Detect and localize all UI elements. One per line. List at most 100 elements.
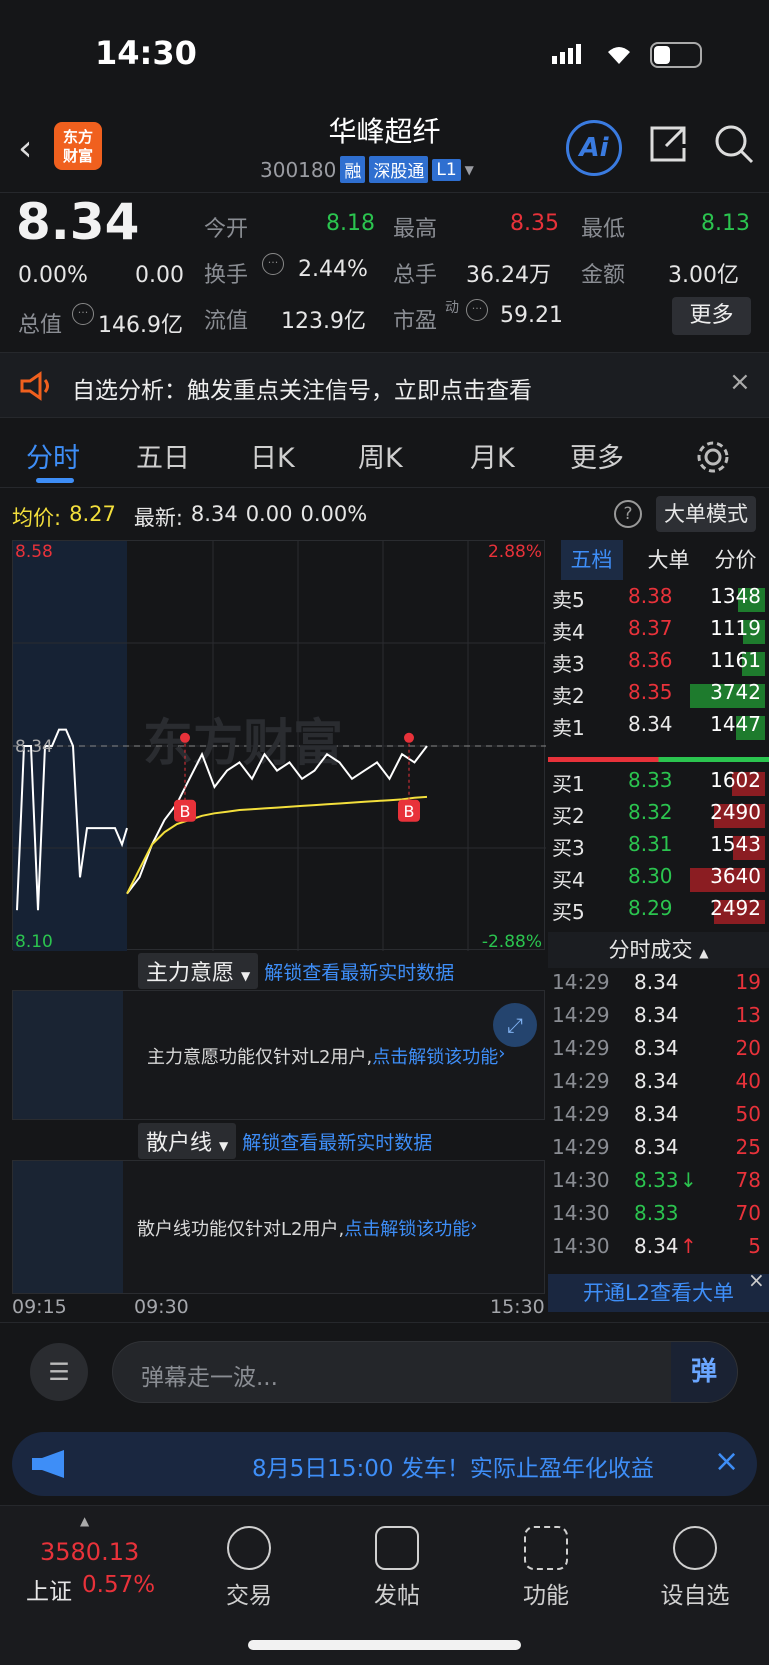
- bid-row-price: 8.29: [628, 896, 673, 920]
- volume-value: 36.24万: [466, 263, 551, 288]
- bid-row-label: 买3: [552, 836, 585, 860]
- index-value[interactable]: 3580.13: [40, 1538, 139, 1566]
- buy-marker-dot: [180, 732, 190, 743]
- trade-time: 14:30: [552, 1201, 610, 1225]
- bid-ask-ratio-bar: [548, 757, 769, 762]
- tab-intraday[interactable]: 分时: [26, 436, 80, 475]
- promo-banner[interactable]: 8月5日15:00 发车！实际止盈年化收益 ×: [12, 1432, 757, 1496]
- open-l2-button[interactable]: 开通L2查看大单: [548, 1274, 769, 1312]
- trade-row: 14:29 8.34 19: [548, 970, 765, 1001]
- danmaku-input[interactable]: 弹幕走一波... 弹: [112, 1341, 738, 1403]
- bid-row-volume: 1543: [710, 832, 761, 856]
- panel2-header: 散户线 ▼ 解锁查看最新实时数据: [12, 1122, 545, 1160]
- ask-row-volume: 1348: [710, 584, 761, 608]
- latest-value: 8.34: [190, 502, 238, 526]
- ask-row: 卖3 8.36 1161: [548, 648, 765, 679]
- info-icon[interactable]: ···: [262, 253, 284, 275]
- search-icon[interactable]: [712, 122, 756, 166]
- danmaku-toggle-button[interactable]: 弹: [671, 1342, 737, 1402]
- ask-row-price: 8.37: [628, 616, 673, 640]
- index-pct: 0.57%: [82, 1572, 156, 1598]
- share-icon[interactable]: [646, 122, 690, 166]
- nav-functions[interactable]: 功能: [496, 1526, 596, 1610]
- close-icon[interactable]: ×: [748, 1268, 765, 1292]
- ai-button[interactable]: Ai: [566, 120, 622, 176]
- change-pct: 0.00%: [18, 263, 88, 288]
- trade-row: 14:29 8.34 40: [548, 1069, 765, 1100]
- grid-icon: [524, 1526, 568, 1570]
- notice-bar[interactable]: 自选分析：触发重点关注信号，立即点击查看 ×: [0, 352, 769, 418]
- info-icon[interactable]: ···: [466, 299, 488, 321]
- tab-more[interactable]: 更多: [570, 436, 624, 475]
- trade-price: 8.34: [634, 1234, 679, 1258]
- panel1-body: 主力意愿功能仅针对L2用户, 点击解锁该功能 › ⤢: [12, 990, 545, 1120]
- buy-marker-dot: [404, 732, 414, 743]
- bid-row: 买4 8.30 3640: [548, 864, 765, 895]
- ask-row-label: 卖4: [552, 620, 585, 644]
- intraday-chart[interactable]: 东方财富 B B 8.58 8.34 8.10 2.88% -2.88%: [12, 540, 546, 952]
- trade-row: 14:30 8.34 ↑ 5: [548, 1234, 765, 1265]
- ob-tab-5level[interactable]: 五档: [560, 540, 623, 580]
- more-button[interactable]: 更多: [672, 297, 751, 335]
- trade-price: 8.34: [634, 1102, 679, 1126]
- trade-time: 14:29: [552, 1036, 610, 1060]
- bid-row-label: 买2: [552, 804, 585, 828]
- expand-icon[interactable]: ⤢: [493, 1003, 537, 1047]
- amount-value: 3.00亿: [668, 263, 739, 288]
- ob-tab-price[interactable]: 分价: [715, 540, 757, 580]
- panel1-dropdown[interactable]: 主力意愿 ▼: [138, 953, 259, 989]
- nav-post[interactable]: 发帖: [347, 1526, 447, 1610]
- panel2-dropdown[interactable]: 散户线 ▼: [138, 1123, 237, 1159]
- trade-time: 14:29: [552, 1135, 610, 1159]
- gear-icon[interactable]: [696, 440, 730, 474]
- close-icon[interactable]: ×: [729, 367, 751, 397]
- panel2-unlock-link[interactable]: 解锁查看最新实时数据: [242, 1128, 432, 1155]
- tag-level: L1: [432, 158, 461, 181]
- info-icon[interactable]: ···: [72, 303, 94, 325]
- trade-time: 14:29: [552, 1069, 610, 1093]
- panel1-message: 主力意愿功能仅针对L2用户, 点击解锁该功能 ›: [147, 1043, 506, 1069]
- float-label: 流值: [204, 309, 249, 334]
- nav-add-watchlist[interactable]: 设自选: [645, 1526, 745, 1610]
- trade-row: 14:29 8.34 25: [548, 1135, 765, 1166]
- tab-indicator: [36, 478, 74, 483]
- more-dots-icon: [673, 1526, 717, 1570]
- nav-trade[interactable]: 交易: [199, 1526, 299, 1610]
- trade-price: 8.34: [634, 1069, 679, 1093]
- panel1-unlock-button[interactable]: 点击解锁该功能: [372, 1043, 498, 1069]
- comment-list-icon[interactable]: ☰: [30, 1343, 88, 1401]
- ask-row: 卖5 8.38 1348: [548, 584, 765, 615]
- home-indicator: [248, 1640, 521, 1650]
- help-icon[interactable]: ?: [614, 500, 642, 528]
- bid-row: 买5 8.29 2492: [548, 896, 765, 927]
- avg-label: 均价:: [12, 506, 62, 530]
- tab-monthly[interactable]: 月K: [470, 436, 515, 475]
- tab-daily[interactable]: 日K: [250, 436, 295, 475]
- tab-weekly[interactable]: 周K: [358, 436, 403, 475]
- trade-row: 14:29 8.34 50: [548, 1102, 765, 1133]
- tab-5day[interactable]: 五日: [136, 436, 190, 475]
- close-icon[interactable]: ×: [714, 1444, 739, 1479]
- promo-text: 8月5日15:00 发车！实际止盈年化收益: [252, 1456, 654, 1482]
- trades-header[interactable]: 分时成交 ▲: [548, 932, 769, 968]
- index-row[interactable]: 上证 0.57%: [26, 1572, 155, 1606]
- ask-row-price: 8.36: [628, 648, 673, 672]
- yen-icon: [227, 1526, 271, 1570]
- panel1-unlock-link[interactable]: 解锁查看最新实时数据: [264, 958, 454, 985]
- ask-row-volume: 3742: [710, 680, 761, 704]
- trade-price: 8.34: [634, 1003, 679, 1027]
- trade-row: 14:29 8.34 20: [548, 1036, 765, 1067]
- stock-code-row[interactable]: 300180 融 深股通 L1 ▼: [260, 156, 474, 183]
- bid-row-volume: 2492: [710, 896, 761, 920]
- trade-price: 8.33: [634, 1168, 679, 1192]
- latest-pct: 0.00%: [300, 502, 368, 526]
- latest-label: 最新:: [133, 506, 183, 530]
- big-order-mode-button[interactable]: 大单模式: [656, 496, 756, 532]
- ask-row-label: 卖1: [552, 716, 585, 740]
- nav-functions-label: 功能: [523, 1583, 569, 1609]
- bid-row-label: 买1: [552, 772, 585, 796]
- ob-tab-bigorder[interactable]: 大单: [648, 540, 690, 580]
- panel2-unlock-button[interactable]: 点击解锁该功能: [344, 1215, 470, 1241]
- trade-price: 8.34: [634, 1036, 679, 1060]
- low-label: 最低: [581, 217, 626, 242]
